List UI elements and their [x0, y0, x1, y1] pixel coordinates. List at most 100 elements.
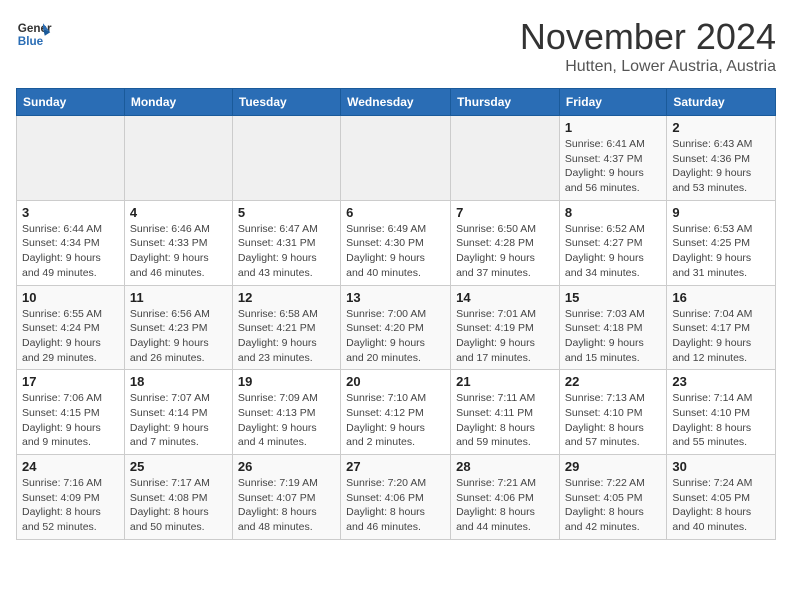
- day-detail: Sunrise: 7:00 AM Sunset: 4:20 PM Dayligh…: [346, 307, 445, 366]
- calendar-week-4: 17 Sunrise: 7:06 AM Sunset: 4:15 PM Dayli…: [17, 370, 776, 455]
- day-header-wednesday: Wednesday: [341, 89, 451, 116]
- day-detail: Sunrise: 6:50 AM Sunset: 4:28 PM Dayligh…: [456, 222, 554, 281]
- calendar-cell: 21 Sunrise: 7:11 AM Sunset: 4:11 PM Dayli…: [451, 370, 560, 455]
- calendar-cell: 1 Sunrise: 6:41 AM Sunset: 4:37 PM Daylig…: [559, 116, 666, 201]
- day-header-saturday: Saturday: [667, 89, 776, 116]
- day-detail: Sunrise: 6:58 AM Sunset: 4:21 PM Dayligh…: [238, 307, 335, 366]
- calendar-cell: [124, 116, 232, 201]
- day-detail: Sunrise: 6:56 AM Sunset: 4:23 PM Dayligh…: [130, 307, 227, 366]
- calendar-cell: 12 Sunrise: 6:58 AM Sunset: 4:21 PM Dayli…: [232, 285, 340, 370]
- day-number: 21: [456, 374, 554, 389]
- day-detail: Sunrise: 6:46 AM Sunset: 4:33 PM Dayligh…: [130, 222, 227, 281]
- calendar-cell: 30 Sunrise: 7:24 AM Sunset: 4:05 PM Dayli…: [667, 455, 776, 540]
- calendar-cell: [17, 116, 125, 201]
- title-area: November 2024 Hutten, Lower Austria, Aus…: [520, 16, 776, 76]
- day-number: 11: [130, 290, 227, 305]
- calendar-cell: 27Sunrise: 7:20 AM Sunset: 4:06 PM Dayli…: [341, 455, 451, 540]
- calendar-cell: 29Sunrise: 7:22 AM Sunset: 4:05 PM Dayli…: [559, 455, 666, 540]
- day-detail: Sunrise: 6:55 AM Sunset: 4:24 PM Dayligh…: [22, 307, 119, 366]
- logo: General Blue: [16, 16, 52, 52]
- day-number: 25: [130, 459, 227, 474]
- calendar-cell: 11 Sunrise: 6:56 AM Sunset: 4:23 PM Dayli…: [124, 285, 232, 370]
- calendar-cell: 15 Sunrise: 7:03 AM Sunset: 4:18 PM Dayli…: [559, 285, 666, 370]
- day-number: 2: [672, 120, 770, 135]
- day-number: 23: [672, 374, 770, 389]
- header: General Blue November 2024 Hutten, Lower…: [16, 16, 776, 76]
- day-header-friday: Friday: [559, 89, 666, 116]
- calendar-cell: 14 Sunrise: 7:01 AM Sunset: 4:19 PM Dayli…: [451, 285, 560, 370]
- day-detail: Sunrise: 7:11 AM Sunset: 4:11 PM Dayligh…: [456, 391, 554, 450]
- day-number: 10: [22, 290, 119, 305]
- calendar-cell: 26 Sunrise: 7:19 AM Sunset: 4:07 PM Dayli…: [232, 455, 340, 540]
- day-detail: Sunrise: 7:06 AM Sunset: 4:15 PM Dayligh…: [22, 391, 119, 450]
- day-detail: Sunrise: 7:24 AM Sunset: 4:05 PM Dayligh…: [672, 476, 770, 535]
- day-number: 4: [130, 205, 227, 220]
- calendar-week-2: 3 Sunrise: 6:44 AM Sunset: 4:34 PM Daylig…: [17, 200, 776, 285]
- calendar-body: 1 Sunrise: 6:41 AM Sunset: 4:37 PM Daylig…: [17, 116, 776, 540]
- day-number: 24: [22, 459, 119, 474]
- day-detail: Sunrise: 6:43 AM Sunset: 4:36 PM Dayligh…: [672, 137, 770, 196]
- day-number: 14: [456, 290, 554, 305]
- day-detail: Sunrise: 7:01 AM Sunset: 4:19 PM Dayligh…: [456, 307, 554, 366]
- calendar-cell: 17 Sunrise: 7:06 AM Sunset: 4:15 PM Dayli…: [17, 370, 125, 455]
- calendar-header-row: SundayMondayTuesdayWednesdayThursdayFrid…: [17, 89, 776, 116]
- calendar-cell: 7 Sunrise: 6:50 AM Sunset: 4:28 PM Daylig…: [451, 200, 560, 285]
- day-detail: Sunrise: 6:49 AM Sunset: 4:30 PM Dayligh…: [346, 222, 445, 281]
- day-number: 18: [130, 374, 227, 389]
- day-detail: Sunrise: 7:09 AM Sunset: 4:13 PM Dayligh…: [238, 391, 335, 450]
- day-number: 16: [672, 290, 770, 305]
- calendar-cell: 24 Sunrise: 7:16 AM Sunset: 4:09 PM Dayli…: [17, 455, 125, 540]
- day-number: 5: [238, 205, 335, 220]
- day-number: 26: [238, 459, 335, 474]
- day-detail: Sunrise: 7:14 AM Sunset: 4:10 PM Dayligh…: [672, 391, 770, 450]
- calendar-cell: [341, 116, 451, 201]
- day-detail: Sunrise: 6:41 AM Sunset: 4:37 PM Dayligh…: [565, 137, 661, 196]
- day-detail: Sunrise: 6:44 AM Sunset: 4:34 PM Dayligh…: [22, 222, 119, 281]
- day-detail: Sunrise: 6:47 AM Sunset: 4:31 PM Dayligh…: [238, 222, 335, 281]
- calendar-week-3: 10 Sunrise: 6:55 AM Sunset: 4:24 PM Dayli…: [17, 285, 776, 370]
- day-number: 12: [238, 290, 335, 305]
- calendar-cell: [232, 116, 340, 201]
- calendar-week-1: 1 Sunrise: 6:41 AM Sunset: 4:37 PM Daylig…: [17, 116, 776, 201]
- day-number: 20: [346, 374, 445, 389]
- day-number: 28: [456, 459, 554, 474]
- day-number: 15: [565, 290, 661, 305]
- day-number: 29: [565, 459, 661, 474]
- day-detail: Sunrise: 7:03 AM Sunset: 4:18 PM Dayligh…: [565, 307, 661, 366]
- day-detail: Sunrise: 7:17 AM Sunset: 4:08 PM Dayligh…: [130, 476, 227, 535]
- calendar-cell: 2 Sunrise: 6:43 AM Sunset: 4:36 PM Daylig…: [667, 116, 776, 201]
- day-number: 27: [346, 459, 445, 474]
- day-number: 3: [22, 205, 119, 220]
- day-number: 22: [565, 374, 661, 389]
- subtitle: Hutten, Lower Austria, Austria: [520, 58, 776, 76]
- calendar-cell: 20 Sunrise: 7:10 AM Sunset: 4:12 PM Dayli…: [341, 370, 451, 455]
- calendar-cell: 23 Sunrise: 7:14 AM Sunset: 4:10 PM Dayli…: [667, 370, 776, 455]
- day-number: 7: [456, 205, 554, 220]
- calendar-cell: 6Sunrise: 6:49 AM Sunset: 4:30 PM Daylig…: [341, 200, 451, 285]
- calendar-cell: 18 Sunrise: 7:07 AM Sunset: 4:14 PM Dayli…: [124, 370, 232, 455]
- calendar-cell: 13Sunrise: 7:00 AM Sunset: 4:20 PM Dayli…: [341, 285, 451, 370]
- day-number: 30: [672, 459, 770, 474]
- calendar-cell: 25 Sunrise: 7:17 AM Sunset: 4:08 PM Dayli…: [124, 455, 232, 540]
- day-number: 8: [565, 205, 661, 220]
- calendar-cell: 3 Sunrise: 6:44 AM Sunset: 4:34 PM Daylig…: [17, 200, 125, 285]
- calendar-cell: 28 Sunrise: 7:21 AM Sunset: 4:06 PM Dayli…: [451, 455, 560, 540]
- day-number: 1: [565, 120, 661, 135]
- calendar-table: SundayMondayTuesdayWednesdayThursdayFrid…: [16, 88, 776, 540]
- calendar-cell: 10 Sunrise: 6:55 AM Sunset: 4:24 PM Dayli…: [17, 285, 125, 370]
- calendar-cell: 4 Sunrise: 6:46 AM Sunset: 4:33 PM Daylig…: [124, 200, 232, 285]
- day-detail: Sunrise: 7:10 AM Sunset: 4:12 PM Dayligh…: [346, 391, 445, 450]
- calendar-cell: 22 Sunrise: 7:13 AM Sunset: 4:10 PM Dayli…: [559, 370, 666, 455]
- day-detail: Sunrise: 7:19 AM Sunset: 4:07 PM Dayligh…: [238, 476, 335, 535]
- calendar-cell: [451, 116, 560, 201]
- day-number: 9: [672, 205, 770, 220]
- day-header-monday: Monday: [124, 89, 232, 116]
- day-detail: Sunrise: 7:13 AM Sunset: 4:10 PM Dayligh…: [565, 391, 661, 450]
- day-detail: Sunrise: 7:16 AM Sunset: 4:09 PM Dayligh…: [22, 476, 119, 535]
- calendar-week-5: 24 Sunrise: 7:16 AM Sunset: 4:09 PM Dayli…: [17, 455, 776, 540]
- day-detail: Sunrise: 7:07 AM Sunset: 4:14 PM Dayligh…: [130, 391, 227, 450]
- day-header-thursday: Thursday: [451, 89, 560, 116]
- day-detail: Sunrise: 7:21 AM Sunset: 4:06 PM Dayligh…: [456, 476, 554, 535]
- day-number: 17: [22, 374, 119, 389]
- logo-icon: General Blue: [16, 16, 52, 52]
